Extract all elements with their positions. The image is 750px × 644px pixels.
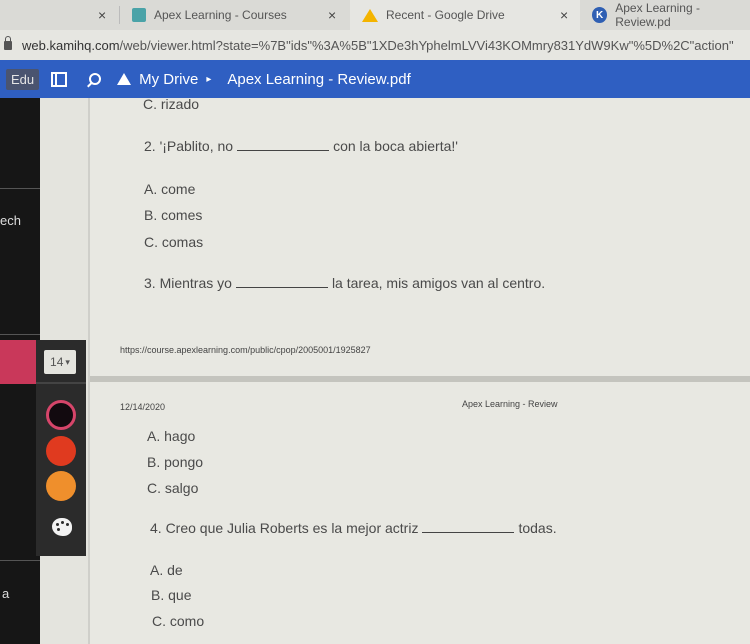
question-3: 3. Mientras yo la tarea, mis amigos van a… xyxy=(144,275,545,291)
browser-tab-strip: × Apex Learning - Courses × Recent - Goo… xyxy=(0,0,750,30)
sidebar-item-partial[interactable]: ech xyxy=(0,213,21,228)
answer-option: A. de xyxy=(150,562,183,578)
answer-blank[interactable] xyxy=(422,521,515,533)
question-text: con la boca abierta!' xyxy=(333,138,458,154)
address-bar[interactable]: web.kamihq.com /web/viewer.html?state=%7… xyxy=(0,30,750,60)
search-icon[interactable] xyxy=(89,73,102,85)
tab-title: Apex Learning - Review.pd xyxy=(615,1,700,29)
color-swatch-orange[interactable] xyxy=(46,471,76,501)
tab-apex-courses[interactable]: Apex Learning - Courses × xyxy=(120,0,350,30)
annotation-tool-palette: 14 ▾ xyxy=(36,340,86,556)
color-swatch-black[interactable] xyxy=(46,400,76,430)
kami-toolbar: Edu My Drive ▸ Apex Learning - Review.pd… xyxy=(0,60,750,98)
answer-option: A. hago xyxy=(147,428,196,444)
answer-option: C. salgo xyxy=(147,480,199,496)
sidebar-item-partial[interactable]: a xyxy=(2,586,9,601)
sidebar-divider xyxy=(0,334,40,335)
breadcrumb-my-drive[interactable]: My Drive xyxy=(139,71,198,88)
edu-badge[interactable]: Edu xyxy=(6,68,40,90)
color-palette-icon[interactable] xyxy=(52,518,72,536)
breadcrumb-arrow-icon: ▸ xyxy=(206,73,212,85)
lock-icon xyxy=(4,35,12,50)
close-tab-icon[interactable]: × xyxy=(328,7,336,23)
tab-title: Apex Learning - Courses xyxy=(154,8,287,22)
answer-option: C. rizado xyxy=(143,96,200,112)
close-tab-icon[interactable]: × xyxy=(98,7,106,23)
answer-blank[interactable] xyxy=(237,139,330,151)
google-drive-icon xyxy=(362,8,378,22)
pdf-page[interactable] xyxy=(90,98,750,644)
sidebar-divider xyxy=(0,560,40,561)
question-text: la tarea, mis amigos van al centro. xyxy=(331,275,546,291)
sidebar-divider xyxy=(0,188,40,189)
answer-option: C. como xyxy=(152,613,205,629)
page-header-date: 12/14/2020 xyxy=(120,402,166,412)
page-header-title: Apex Learning - Review xyxy=(462,399,558,409)
question-text: 4. Creo que Julia Roberts es la mejor ac… xyxy=(150,520,419,536)
tab-google-drive[interactable]: Recent - Google Drive × xyxy=(350,0,580,30)
active-tool-highlight[interactable] xyxy=(0,340,38,384)
kami-favicon-icon: K xyxy=(592,7,608,23)
apex-favicon-icon xyxy=(132,8,146,22)
answer-option: B. que xyxy=(151,587,192,603)
question-text: todas. xyxy=(518,520,557,536)
google-drive-icon xyxy=(117,73,132,85)
question-text: 3. Mientras yo xyxy=(144,275,232,291)
answer-option: B. pongo xyxy=(147,454,204,470)
page-footer-url: https://course.apexlearning.com/public/c… xyxy=(120,345,371,355)
url-host: web.kamihq.com xyxy=(22,37,120,53)
answer-option: B. comes xyxy=(144,207,203,223)
color-swatch-red[interactable] xyxy=(46,436,76,466)
answer-blank[interactable] xyxy=(235,276,328,288)
tab-apex-review-pdf[interactable]: K Apex Learning - Review.pd xyxy=(592,0,750,30)
close-tab-icon[interactable]: × xyxy=(560,7,568,23)
chevron-down-icon: ▾ xyxy=(65,356,70,367)
question-text: 2. '¡Pablito, no xyxy=(144,138,234,154)
url-path: /web/viewer.html?state=%7B"ids"%3A%5B"1X… xyxy=(119,37,734,53)
document-title: Apex Learning - Review.pdf xyxy=(227,70,411,88)
sidebar-toggle-icon[interactable] xyxy=(51,71,68,87)
tab-title: Recent - Google Drive xyxy=(386,8,505,22)
question-4: 4. Creo que Julia Roberts es la mejor ac… xyxy=(150,520,557,536)
question-2: 2. '¡Pablito, no con la boca abierta!' xyxy=(144,138,458,154)
tab-partial[interactable]: × xyxy=(0,0,120,30)
answer-option: C. comas xyxy=(144,234,204,250)
palette-divider xyxy=(36,382,86,384)
answer-option: A. come xyxy=(144,181,196,197)
font-size-dropdown[interactable]: 14 ▾ xyxy=(44,350,76,374)
page-break xyxy=(90,376,750,382)
font-size-value: 14 xyxy=(50,355,64,369)
